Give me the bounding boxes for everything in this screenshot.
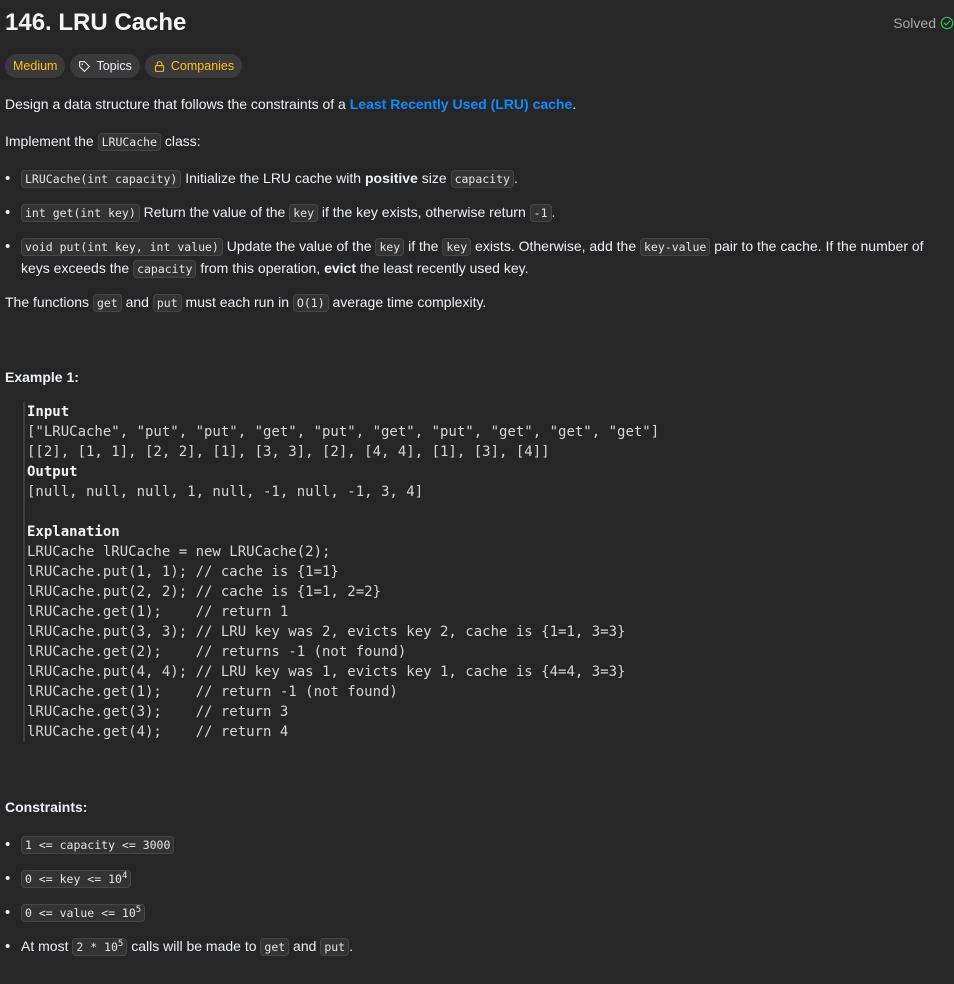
lock-icon <box>154 60 164 72</box>
text: and <box>289 938 321 954</box>
constraints-list: 1 <= capacity <= 3000 0 <= key <= 104 0 … <box>5 834 945 958</box>
intro-text: Design a data structure that follows the… <box>5 94 576 115</box>
text: Update the value of the <box>222 238 376 254</box>
example-line <box>27 502 947 522</box>
code-snippet: -1 <box>529 204 552 222</box>
bold-text: evict <box>324 260 356 276</box>
list-item: 1 <= capacity <= 3000 <box>5 834 945 856</box>
code-snippet: get <box>92 294 122 312</box>
solved-status: Solved <box>893 15 954 31</box>
exponent: 5 <box>135 905 142 916</box>
code-snippet: void put(int key, int value) <box>21 238 223 256</box>
text: Initialize the LRU cache with <box>181 170 365 186</box>
code-snippet: get <box>260 938 290 956</box>
text: 2 * 10 <box>76 940 118 954</box>
text: . <box>551 204 556 220</box>
text: Return the value of the <box>139 204 290 220</box>
list-item: void put(int key, int value) Update the … <box>5 236 945 280</box>
difficulty-label: Medium <box>13 59 58 73</box>
list-item: 0 <= key <= 104 <box>5 868 945 890</box>
text: if the key exists, otherwise return <box>318 204 530 220</box>
example-block: Input ["LRUCache", "put", "put", "get", "… <box>23 402 947 742</box>
list-item: int get(int key) Return the value of the… <box>5 202 945 224</box>
code-snippet: LRUCache(int capacity) <box>21 170 182 188</box>
title-row: 146. LRU Cache Solved <box>5 9 954 39</box>
example-line: lRUCache.put(3, 3); // LRU key was 2, ev… <box>27 624 626 640</box>
text: the least recently used key. <box>356 260 529 276</box>
example-line: LRUCache lRUCache = new LRUCache(2); <box>27 544 331 560</box>
list-item: 0 <= value <= 105 <box>5 902 945 924</box>
solved-label: Solved <box>893 15 936 31</box>
example-line: lRUCache.get(1); // return 1 <box>27 604 289 620</box>
example-label: Output <box>27 464 78 480</box>
text: exists. Otherwise, add the <box>471 238 640 254</box>
code-snippet: key <box>375 238 405 256</box>
code-snippet: 0 <= key <= 104 <box>21 870 132 888</box>
problem-title[interactable]: 146. LRU Cache <box>5 9 186 37</box>
text: At most <box>21 938 73 954</box>
implement-code: LRUCache <box>97 133 161 151</box>
constraints-heading: Constraints: <box>5 799 88 815</box>
exponent: 4 <box>121 871 128 882</box>
code-snippet: int get(int key) <box>21 204 140 222</box>
tag-icon <box>79 60 91 72</box>
implement-post: class: <box>161 133 201 149</box>
text: if the <box>404 238 443 254</box>
text: must each run in <box>181 294 293 310</box>
implement-text: Implement the LRUCache class: <box>5 131 201 153</box>
code-snippet: put <box>152 294 182 312</box>
companies-label: Companies <box>170 59 235 73</box>
text: The functions <box>5 294 93 310</box>
code-snippet: capacity <box>450 170 514 188</box>
code-snippet: 0 <= value <= 105 <box>21 904 146 922</box>
example-line: [[2], [1, 1], [2, 2], [1], [3, 3], [2], … <box>27 444 550 460</box>
implement-pre: Implement the <box>5 133 98 149</box>
text: . <box>513 170 518 186</box>
text: from this operation, <box>196 260 325 276</box>
list-item: At most 2 * 105 calls will be made to ge… <box>5 936 945 958</box>
example-line: lRUCache.get(1); // return -1 (not found… <box>27 684 398 700</box>
example-heading: Example 1: <box>5 369 79 385</box>
complexity-text: The functions get and put must each run … <box>5 292 486 314</box>
code-snippet: capacity <box>133 260 197 278</box>
code-snippet: put <box>320 938 350 956</box>
code-snippet: 2 * 105 <box>72 938 128 956</box>
example-line: lRUCache.put(2, 2); // cache is {1=1, 2=… <box>27 584 382 600</box>
check-circle-icon <box>940 16 954 30</box>
intro-post: . <box>572 96 577 112</box>
text: size <box>417 170 451 186</box>
example-line: lRUCache.get(2); // returns -1 (not foun… <box>27 644 407 660</box>
example-line: lRUCache.get(3); // return 3 <box>27 704 289 720</box>
bold-text: positive <box>364 170 418 186</box>
example-line: ["LRUCache", "put", "put", "get", "put",… <box>27 424 660 440</box>
lru-link[interactable]: Least Recently Used (LRU) cache <box>350 96 573 112</box>
list-item: LRUCache(int capacity) Initialize the LR… <box>5 168 945 190</box>
difficulty-badge: Medium <box>5 54 66 78</box>
code-snippet: 1 <= capacity <= 3000 <box>21 836 175 854</box>
text: . <box>349 938 353 954</box>
code-snippet: O(1) <box>292 294 329 312</box>
example-line: lRUCache.put(1, 1); // cache is {1=1} <box>27 564 339 580</box>
text: average time complexity. <box>328 294 487 310</box>
text: and <box>121 294 153 310</box>
tag-row: Medium Topics Companies <box>5 54 243 78</box>
topics-button[interactable]: Topics <box>70 54 140 78</box>
example-line: [null, null, null, 1, null, -1, null, -1… <box>27 484 424 500</box>
code-snippet: key-value <box>640 238 711 256</box>
example-label: Input <box>27 404 70 420</box>
code-snippet: key <box>289 204 318 222</box>
exponent: 5 <box>117 939 124 950</box>
companies-button[interactable]: Companies <box>144 54 243 78</box>
example-line: lRUCache.get(4); // return 4 <box>27 724 289 740</box>
method-list: LRUCache(int capacity) Initialize the LR… <box>5 168 945 280</box>
example-line: lRUCache.put(4, 4); // LRU key was 1, ev… <box>27 664 626 680</box>
text: 0 <= value <= 10 <box>25 906 136 920</box>
text: calls will be made to <box>127 938 261 954</box>
topics-label: Topics <box>96 59 132 73</box>
example-label: Explanation <box>27 524 120 540</box>
intro-pre: Design a data structure that follows the… <box>5 96 350 112</box>
text: 0 <= key <= 10 <box>25 872 122 886</box>
code-snippet: key <box>442 238 472 256</box>
